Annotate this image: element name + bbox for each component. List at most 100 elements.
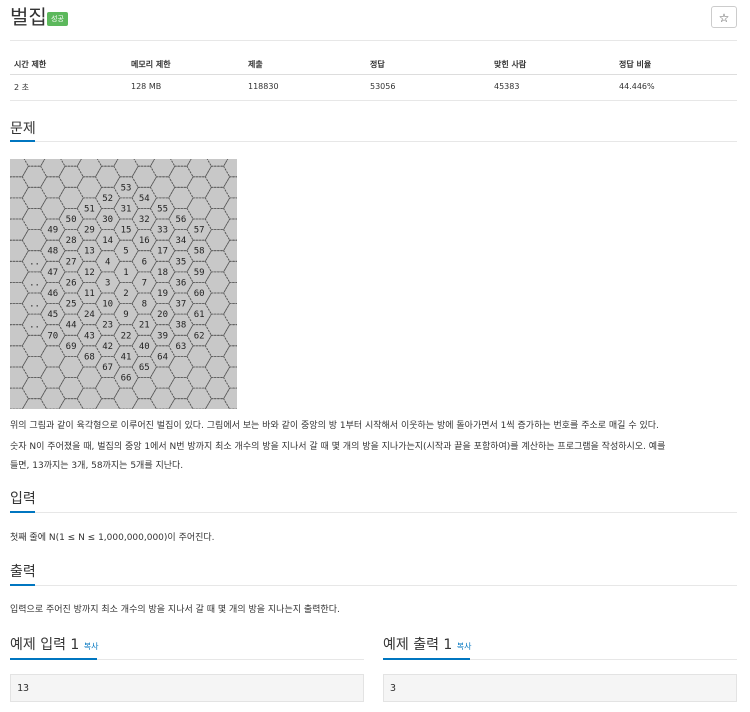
hex-room-label: 1 — [123, 268, 128, 278]
sample-output-box[interactable]: 3 — [383, 674, 737, 702]
hex-cell — [186, 366, 212, 389]
hex-room-label: 23 — [102, 321, 113, 331]
stats-header-solvers: 맞힌 사람 — [494, 60, 527, 69]
stats-solvers: 45383 — [494, 82, 520, 91]
hex-cell — [204, 208, 231, 230]
star-button[interactable]: ☆ — [711, 6, 737, 28]
hex-room-label: 44 — [66, 321, 77, 331]
hex-room-label: .. — [29, 278, 40, 288]
page-title: 벌집 — [10, 5, 47, 29]
hex-room-label: 50 — [66, 215, 77, 225]
hex-cell — [58, 186, 84, 209]
hex-cell — [204, 229, 231, 252]
stats-header-correct: 정답 — [370, 60, 385, 69]
hex-room-label: 19 — [157, 289, 168, 299]
hex-cell — [10, 387, 29, 409]
stats-ratio: 44.446% — [619, 82, 655, 91]
hex-room-label: .. — [29, 300, 40, 310]
honeycomb-image: 53 52 54 51 31 55 50 30 32 56 49 29 15 33 57 28 14 16 34 48… — [10, 159, 237, 409]
stats-header-time: 시간 제한 — [14, 60, 47, 69]
hex-cell — [204, 355, 231, 378]
hex-room-label: 64 — [157, 352, 168, 362]
hex-room-label: 47 — [47, 268, 58, 278]
copy-output-button[interactable]: 복사 — [457, 642, 472, 651]
hex-cell — [76, 176, 103, 199]
hex-cell — [168, 398, 194, 409]
hex-cell — [10, 303, 29, 326]
hex-cell — [76, 366, 103, 389]
hex-room-label: 56 — [175, 215, 186, 225]
hex-room-label: 52 — [102, 194, 113, 204]
output-heading: 출력 — [10, 564, 36, 580]
hex-cell — [40, 176, 66, 199]
output-underline — [10, 584, 35, 586]
hex-room-label: 3 — [105, 278, 110, 288]
hex-room-label: 48 — [47, 247, 58, 257]
hex-cell — [131, 165, 157, 188]
hex-cell — [40, 197, 66, 220]
hex-room-label: .. — [29, 257, 40, 267]
hex-room-label: 2 — [123, 289, 128, 299]
hex-room-label: 61 — [194, 310, 205, 320]
table-bottom-divider — [10, 100, 737, 101]
copy-input-button[interactable]: 복사 — [84, 642, 99, 651]
hex-cell — [204, 165, 231, 188]
hex-cell — [21, 165, 48, 188]
hex-room-label: 6 — [142, 257, 147, 267]
hex-room-label: 42 — [102, 342, 113, 352]
hex-cell — [10, 282, 29, 305]
input-heading: 입력 — [10, 491, 36, 507]
hex-cell — [168, 355, 194, 378]
hex-room-label: 29 — [84, 226, 95, 236]
sample-input-box[interactable]: 13 — [10, 674, 364, 702]
hex-room-label: 22 — [121, 331, 132, 341]
hex-room-label: 18 — [157, 268, 168, 278]
hex-cell — [223, 218, 237, 241]
hex-cell — [113, 159, 139, 178]
hex-cell — [186, 176, 212, 199]
hex-room-label: 14 — [102, 236, 113, 246]
hex-room-label: 28 — [66, 236, 77, 246]
hex-cell — [223, 239, 237, 262]
hex-cell — [10, 239, 29, 262]
hex-room-label: 69 — [66, 342, 77, 352]
hex-cell — [149, 176, 176, 199]
hex-room-label: 39 — [157, 331, 168, 341]
hex-cell — [10, 218, 29, 241]
hex-room-label: 60 — [194, 289, 205, 299]
hex-room-label: 55 — [157, 205, 168, 215]
hex-room-label: 58 — [194, 247, 205, 257]
hex-cell — [10, 345, 29, 368]
sample-input-heading: 예제 입력 1 복사 — [10, 636, 99, 656]
hex-room-label: 12 — [84, 268, 95, 278]
hex-room-label: 54 — [139, 194, 150, 204]
hex-cell — [113, 387, 139, 409]
hex-cell — [204, 377, 231, 400]
hex-cell — [223, 197, 237, 220]
hex-room-label: 70 — [47, 331, 58, 341]
hex-room-label: 9 — [123, 310, 128, 320]
hex-cell — [10, 260, 29, 283]
table-header-divider — [10, 74, 737, 75]
hex-room-label: 45 — [47, 310, 58, 320]
hex-room-label: 41 — [121, 352, 132, 362]
hex-room-label: 27 — [66, 257, 77, 267]
stats-header-submissions: 제출 — [248, 60, 263, 69]
hex-cell — [223, 366, 237, 389]
hex-cell — [149, 366, 176, 389]
hex-cell — [58, 165, 84, 188]
hex-cell — [223, 387, 237, 409]
stats-submissions: 118830 — [248, 82, 279, 91]
hex-cell — [21, 377, 48, 400]
divider — [10, 40, 737, 41]
hex-room-label: 20 — [157, 310, 168, 320]
hex-cell — [21, 208, 48, 230]
hex-cell — [149, 387, 176, 409]
hex-room-label: 46 — [47, 289, 58, 299]
hex-cell — [223, 176, 237, 199]
hex-cell — [204, 292, 231, 315]
status-badge: 성공 — [47, 12, 68, 26]
output-divider — [10, 585, 737, 586]
sample-input-title: 예제 입력 1 — [10, 637, 80, 653]
hex-cell — [58, 398, 84, 409]
